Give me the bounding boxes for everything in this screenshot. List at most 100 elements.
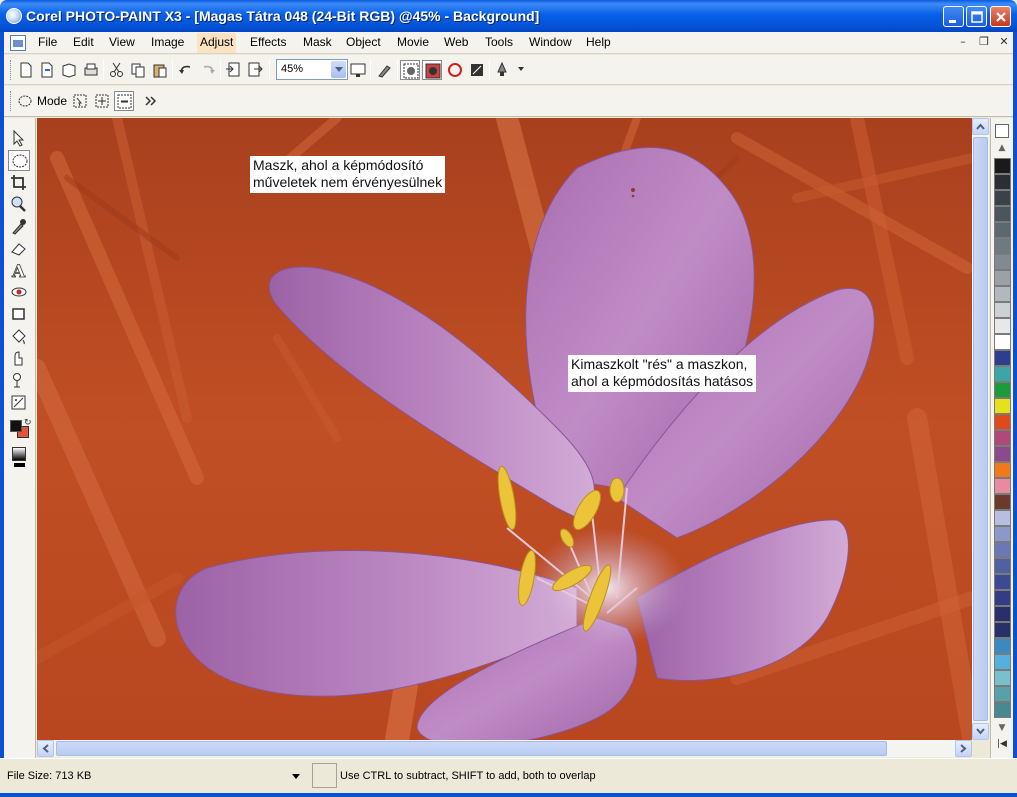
- rectangle-tool-icon[interactable]: [8, 304, 30, 325]
- toolbar-grip[interactable]: [10, 60, 13, 80]
- menu-edit[interactable]: Edit: [73, 36, 94, 51]
- outline-fill-color-icon[interactable]: ↻: [8, 418, 32, 440]
- color-mask-icon[interactable]: [12, 447, 26, 461]
- palette-swatch[interactable]: [994, 686, 1011, 702]
- palette-swatch[interactable]: [994, 382, 1011, 398]
- brush-tool-settings-icon[interactable]: [375, 60, 395, 80]
- horizontal-scrollbar[interactable]: [37, 740, 972, 757]
- palette-swatch[interactable]: [994, 462, 1011, 478]
- lock-object-icon[interactable]: [467, 60, 487, 80]
- menu-mask[interactable]: Mask: [303, 36, 332, 51]
- image-sprayer-tool-icon[interactable]: [8, 392, 30, 413]
- menu-object[interactable]: Object: [346, 36, 381, 51]
- palette-swatch[interactable]: [994, 654, 1011, 670]
- default-colors-icon[interactable]: [14, 463, 25, 467]
- menu-image[interactable]: Image: [151, 36, 184, 51]
- show-object-marquee-icon[interactable]: [445, 60, 465, 80]
- show-mask-marquee-icon[interactable]: [400, 60, 420, 80]
- scroll-down-icon[interactable]: [972, 723, 989, 740]
- palette-swatch[interactable]: [994, 270, 1011, 286]
- image-canvas[interactable]: Maszk, ahol a képmódosító műveletek nem …: [37, 118, 972, 740]
- new-document-icon[interactable]: [16, 60, 36, 80]
- mask-mode-additive-icon[interactable]: [92, 91, 112, 111]
- palette-swatch[interactable]: [994, 510, 1011, 526]
- palette-swatch[interactable]: [994, 606, 1011, 622]
- palette-swatch[interactable]: [994, 478, 1011, 494]
- palette-swatch[interactable]: [994, 526, 1011, 542]
- toolbar-grip[interactable]: [10, 91, 13, 111]
- doc-close-icon[interactable]: ✕: [997, 35, 1011, 49]
- palette-menu-icon[interactable]: [995, 124, 1009, 138]
- open-icon[interactable]: [59, 60, 79, 80]
- cut-icon[interactable]: [107, 60, 127, 80]
- palette-swatch[interactable]: [994, 702, 1011, 718]
- palette-swatch[interactable]: [994, 302, 1011, 318]
- fill-tool-icon[interactable]: [8, 326, 30, 347]
- palette-swatch[interactable]: [994, 238, 1011, 254]
- crop-tool-icon[interactable]: [8, 172, 30, 193]
- palette-swatch[interactable]: [994, 414, 1011, 430]
- menu-effects[interactable]: Effects: [250, 36, 286, 51]
- paste-icon[interactable]: [150, 60, 170, 80]
- export-icon[interactable]: [245, 60, 265, 80]
- eyedropper-tool-icon[interactable]: [8, 216, 30, 237]
- palette-end-icon[interactable]: |◀: [995, 738, 1009, 750]
- launcher-chevron-down-icon[interactable]: [518, 67, 524, 71]
- scroll-up-icon[interactable]: [972, 118, 989, 135]
- menu-file[interactable]: File: [38, 36, 57, 51]
- vertical-scrollbar[interactable]: [972, 118, 989, 740]
- menu-window[interactable]: Window: [529, 36, 572, 51]
- menu-web[interactable]: Web: [444, 36, 468, 51]
- palette-swatch[interactable]: [994, 158, 1011, 174]
- palette-swatch[interactable]: [994, 350, 1011, 366]
- palette-swatch[interactable]: [994, 446, 1011, 462]
- menu-view[interactable]: View: [109, 36, 135, 51]
- mask-mode-normal-icon[interactable]: [70, 91, 90, 111]
- palette-swatch[interactable]: [994, 574, 1011, 590]
- effect-tool-icon[interactable]: [8, 348, 30, 369]
- red-eye-removal-tool-icon[interactable]: [8, 282, 30, 303]
- palette-swatch[interactable]: [994, 318, 1011, 334]
- palette-swatch[interactable]: [994, 670, 1011, 686]
- horizontal-scroll-thumb[interactable]: [56, 741, 887, 756]
- more-options-icon[interactable]: [141, 91, 161, 111]
- import-icon[interactable]: [223, 60, 243, 80]
- palette-swatch[interactable]: [994, 638, 1011, 654]
- palette-swatch[interactable]: [994, 430, 1011, 446]
- palette-scroll-up-icon[interactable]: ▲: [995, 142, 1009, 154]
- clone-tool-icon[interactable]: [8, 370, 30, 391]
- maximize-button[interactable]: [966, 6, 987, 27]
- app-icon[interactable]: [6, 8, 22, 24]
- status-chevron-down-icon[interactable]: [292, 774, 300, 779]
- application-launcher-icon[interactable]: [492, 60, 512, 80]
- minimize-button[interactable]: [943, 6, 964, 27]
- print-icon[interactable]: [81, 60, 101, 80]
- zoom-tool-icon[interactable]: [8, 194, 30, 215]
- scroll-right-icon[interactable]: [955, 740, 972, 757]
- pick-tool-icon[interactable]: [8, 128, 30, 149]
- scroll-left-icon[interactable]: [37, 740, 54, 757]
- show-mask-overlay-icon[interactable]: [422, 60, 442, 80]
- menu-movie[interactable]: Movie: [397, 36, 429, 51]
- menu-tools[interactable]: Tools: [485, 36, 513, 51]
- chevron-down-icon[interactable]: [331, 61, 346, 78]
- palette-swatch[interactable]: [994, 542, 1011, 558]
- redo-icon[interactable]: [198, 60, 218, 80]
- open-from-template-icon[interactable]: [37, 60, 57, 80]
- copy-icon[interactable]: [128, 60, 148, 80]
- ellipse-mask-tool-icon[interactable]: [8, 150, 30, 171]
- menu-help[interactable]: Help: [586, 36, 611, 51]
- palette-swatch[interactable]: [994, 174, 1011, 190]
- palette-swatch[interactable]: [994, 286, 1011, 302]
- palette-swatch[interactable]: [994, 190, 1011, 206]
- palette-swatch[interactable]: [994, 366, 1011, 382]
- eraser-tool-icon[interactable]: [8, 238, 30, 259]
- palette-swatch[interactable]: [994, 398, 1011, 414]
- palette-swatch[interactable]: [994, 222, 1011, 238]
- menu-adjust[interactable]: Adjust: [197, 33, 237, 53]
- close-button[interactable]: [990, 6, 1011, 27]
- text-tool-icon[interactable]: A: [8, 260, 30, 283]
- vertical-scroll-thumb[interactable]: [973, 137, 988, 721]
- palette-swatch[interactable]: [994, 558, 1011, 574]
- palette-swatch[interactable]: [994, 622, 1011, 638]
